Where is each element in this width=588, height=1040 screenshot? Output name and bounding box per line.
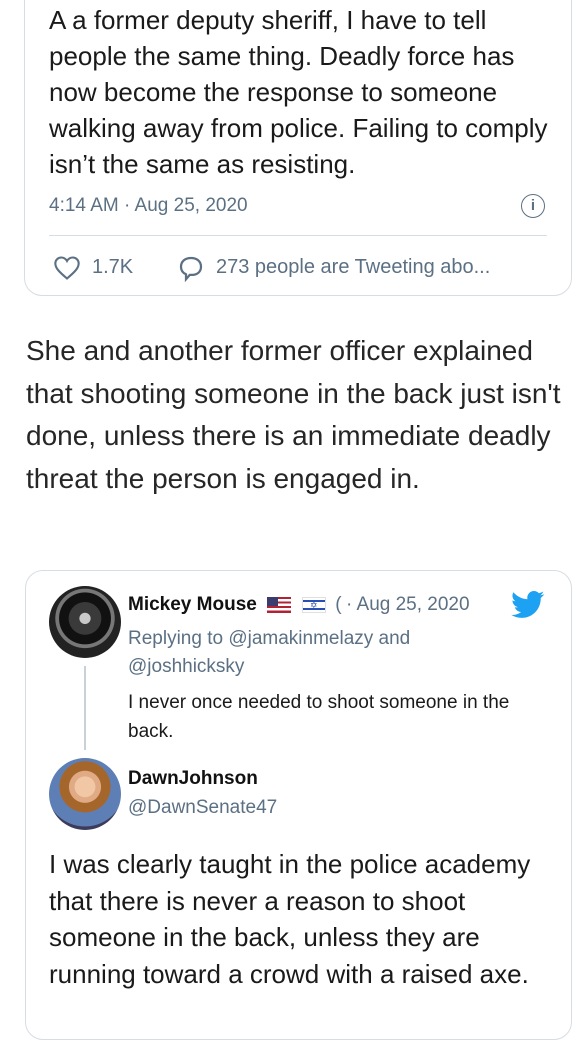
- reply-header: Mickey Mouse ✡ ( · Aug 25, 2020: [128, 594, 470, 618]
- divider: [49, 235, 547, 236]
- tweet-timestamp[interactable]: 4:14 AM · Aug 25, 2020: [49, 195, 248, 217]
- us-flag-icon: [267, 597, 292, 613]
- like-count[interactable]: 1.7K: [92, 256, 133, 279]
- avatar[interactable]: [49, 586, 121, 658]
- info-icon[interactable]: i: [521, 194, 545, 218]
- heart-icon[interactable]: [53, 255, 81, 281]
- name-suffix: (: [335, 594, 342, 615]
- main-tweet-text: I was clearly taught in the police acade…: [49, 849, 531, 989]
- reply-bubble-icon[interactable]: [176, 254, 206, 282]
- tweet-date[interactable]: · Aug 25, 2020: [346, 594, 470, 615]
- avatar[interactable]: [49, 758, 121, 830]
- author-name[interactable]: DawnJohnson: [128, 768, 258, 790]
- israel-flag-icon: ✡: [301, 597, 326, 613]
- tweeting-about-link[interactable]: 273 people are Tweeting abo...: [216, 256, 490, 279]
- twitter-bird-icon[interactable]: [511, 591, 545, 619]
- author-handle[interactable]: @DawnSenate47: [128, 797, 277, 819]
- replying-to-line[interactable]: Replying to @jamakinmelazy and @joshhick…: [128, 625, 528, 681]
- thread-connector-line: [84, 666, 86, 750]
- top-tweet-text: A a former deputy sheriff, I have to tel…: [49, 5, 548, 179]
- article-paragraph: She and another former officer explained…: [26, 335, 561, 494]
- reply-tweet-text: I never once needed to shoot someone in …: [128, 692, 510, 742]
- author-name[interactable]: Mickey Mouse: [128, 594, 257, 615]
